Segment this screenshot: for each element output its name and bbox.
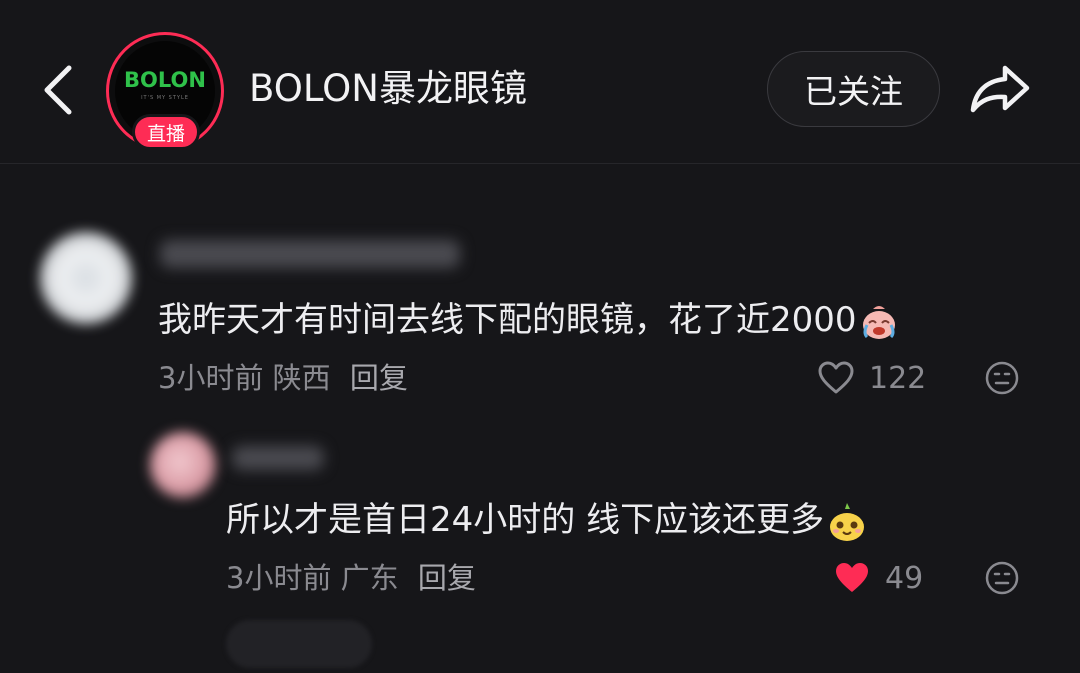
reply-button[interactable]: 回复: [350, 361, 408, 395]
reply-text: 所以才是首日24小时的 线下应该还更多: [226, 498, 868, 543]
more-options-icon[interactable]: [984, 360, 1020, 396]
comment-location: 陕西: [272, 361, 331, 395]
follow-button[interactable]: 已关注: [767, 51, 940, 127]
logo-tagline: IT'S MY STYLE: [141, 94, 189, 101]
like-button-liked[interactable]: 49: [833, 556, 923, 600]
heart-filled-icon: [836, 563, 868, 592]
replier-avatar[interactable]: [150, 432, 216, 498]
account-avatar[interactable]: BOLON IT'S MY STYLE 直播: [106, 32, 224, 150]
commenter-avatar[interactable]: [40, 232, 132, 324]
live-badge[interactable]: 直播: [132, 114, 200, 150]
expand-replies-button[interactable]: [226, 620, 372, 668]
chevron-left-icon: [44, 65, 72, 115]
like-count: 49: [885, 560, 924, 596]
comment-meta: 3小时前 陕西 回复: [158, 358, 408, 398]
smug-emoji-icon: [830, 502, 865, 541]
reply-meta: 3小时前 广东 回复: [226, 558, 476, 598]
reply-time: 3小时前: [226, 561, 332, 595]
reply-location: 广东: [340, 561, 399, 595]
reply-text-body: 所以才是首日24小时的 线下应该还更多: [226, 500, 825, 540]
more-options-icon[interactable]: [984, 560, 1020, 596]
share-arrow-icon: [970, 65, 1030, 113]
heart-outline-icon: [818, 361, 854, 394]
top-bar: BOLON IT'S MY STYLE 直播 BOLON暴龙眼镜 已关注: [0, 0, 1080, 164]
comment-text-body: 我昨天才有时间去线下配的眼镜，花了近2000: [158, 300, 857, 340]
account-name[interactable]: BOLON暴龙眼镜: [249, 64, 527, 114]
crying-emoji-icon: [862, 305, 895, 339]
back-button[interactable]: [30, 60, 86, 120]
comment-text: 我昨天才有时间去线下配的眼镜，花了近2000: [158, 298, 899, 342]
logo-text: BOLON: [124, 67, 206, 92]
replier-name-blurred[interactable]: [232, 446, 324, 470]
like-count: 122: [869, 360, 927, 396]
like-button[interactable]: 122: [817, 356, 926, 400]
reply-button[interactable]: 回复: [418, 561, 476, 595]
comment-time: 3小时前: [158, 361, 264, 395]
share-button[interactable]: [964, 56, 1036, 122]
commenter-name-blurred[interactable]: [160, 240, 460, 268]
